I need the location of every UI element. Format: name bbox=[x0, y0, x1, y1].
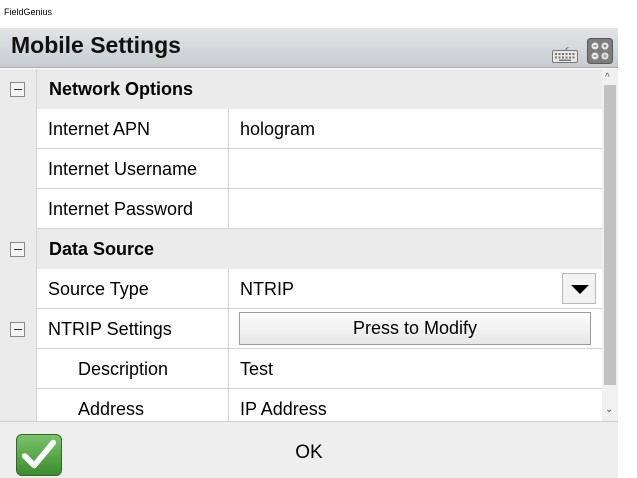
setting-value: Press to Modify bbox=[229, 309, 602, 349]
category-network-options[interactable]: Network Options bbox=[0, 69, 602, 109]
setting-row-internet-username[interactable]: Internet Username bbox=[0, 149, 602, 189]
collapse-icon[interactable] bbox=[10, 242, 25, 257]
keyboard-icon[interactable] bbox=[552, 47, 578, 63]
app-title: FieldGenius bbox=[4, 7, 53, 17]
keypad-icon[interactable] bbox=[587, 38, 613, 64]
setting-value-text: Test bbox=[240, 359, 274, 379]
row-gutter bbox=[0, 149, 37, 189]
setting-row-internet-password[interactable]: Internet Password bbox=[0, 189, 602, 229]
address-field[interactable]: IP Address bbox=[229, 389, 602, 421]
category-data-source[interactable]: Data Source bbox=[0, 229, 602, 269]
setting-name-text: Internet Username bbox=[48, 159, 198, 179]
row-gutter bbox=[0, 69, 37, 109]
setting-name-text: Description bbox=[78, 359, 169, 379]
setting-name: Description bbox=[37, 349, 229, 389]
window-margin bbox=[618, 28, 637, 478]
setting-value-text: NTRIP bbox=[240, 279, 294, 299]
row-gutter bbox=[0, 229, 37, 269]
setting-name-text: Source Type bbox=[48, 279, 149, 299]
source-type-select[interactable]: NTRIP bbox=[229, 269, 602, 309]
row-gutter bbox=[0, 309, 37, 349]
ok-button[interactable]: OK bbox=[0, 442, 618, 464]
setting-name: Internet Username bbox=[37, 149, 229, 189]
internet-password-field[interactable] bbox=[229, 189, 602, 229]
setting-row-ntrip-settings[interactable]: NTRIP Settings Press to Modify bbox=[0, 309, 602, 349]
setting-value-text: IP Address bbox=[240, 399, 327, 419]
page-header: Mobile Settings bbox=[0, 28, 618, 68]
setting-name: Internet APN bbox=[37, 109, 229, 149]
settings-grid: Network Options Internet APN hologram In… bbox=[0, 69, 602, 421]
row-gutter bbox=[0, 269, 37, 309]
setting-name-text: NTRIP Settings bbox=[48, 319, 172, 339]
setting-name: Address bbox=[37, 389, 229, 421]
category-label: Data Source bbox=[49, 239, 155, 259]
category-label: Network Options bbox=[49, 79, 194, 99]
setting-name-text: Internet Password bbox=[48, 199, 194, 219]
collapse-icon[interactable] bbox=[10, 322, 25, 337]
internet-username-field[interactable] bbox=[229, 149, 602, 189]
row-gutter bbox=[0, 109, 37, 149]
scroll-thumb[interactable] bbox=[604, 85, 616, 385]
collapse-icon[interactable] bbox=[10, 82, 25, 97]
scroll-down-icon[interactable]: ⌄ bbox=[605, 404, 613, 415]
setting-row-internet-apn[interactable]: Internet APN hologram bbox=[0, 109, 602, 149]
internet-apn-field[interactable]: hologram bbox=[229, 109, 602, 149]
vertical-scrollbar[interactable]: ^ ⌄ bbox=[602, 69, 618, 421]
footer-bar: OK bbox=[0, 421, 618, 478]
setting-row-source-type[interactable]: Source Type NTRIP bbox=[0, 269, 602, 309]
setting-row-description[interactable]: Description Test bbox=[0, 349, 602, 389]
scroll-up-icon[interactable]: ^ bbox=[605, 72, 610, 83]
setting-name: Source Type bbox=[37, 269, 229, 309]
setting-name: NTRIP Settings bbox=[37, 309, 229, 349]
row-gutter bbox=[0, 189, 37, 229]
description-field[interactable]: Test bbox=[229, 349, 602, 389]
checkmark-icon[interactable] bbox=[16, 434, 62, 476]
setting-name-text: Internet APN bbox=[48, 119, 151, 139]
setting-name: Internet Password bbox=[37, 189, 229, 229]
page-title: Mobile Settings bbox=[11, 32, 181, 58]
row-gutter bbox=[0, 349, 37, 389]
dropdown-arrow-icon[interactable] bbox=[562, 273, 596, 304]
setting-value-text: hologram bbox=[240, 119, 316, 139]
setting-row-address[interactable]: Address IP Address bbox=[0, 389, 602, 421]
press-to-modify-button[interactable]: Press to Modify bbox=[239, 312, 591, 345]
setting-name-text: Address bbox=[78, 399, 145, 419]
row-gutter bbox=[0, 389, 37, 421]
